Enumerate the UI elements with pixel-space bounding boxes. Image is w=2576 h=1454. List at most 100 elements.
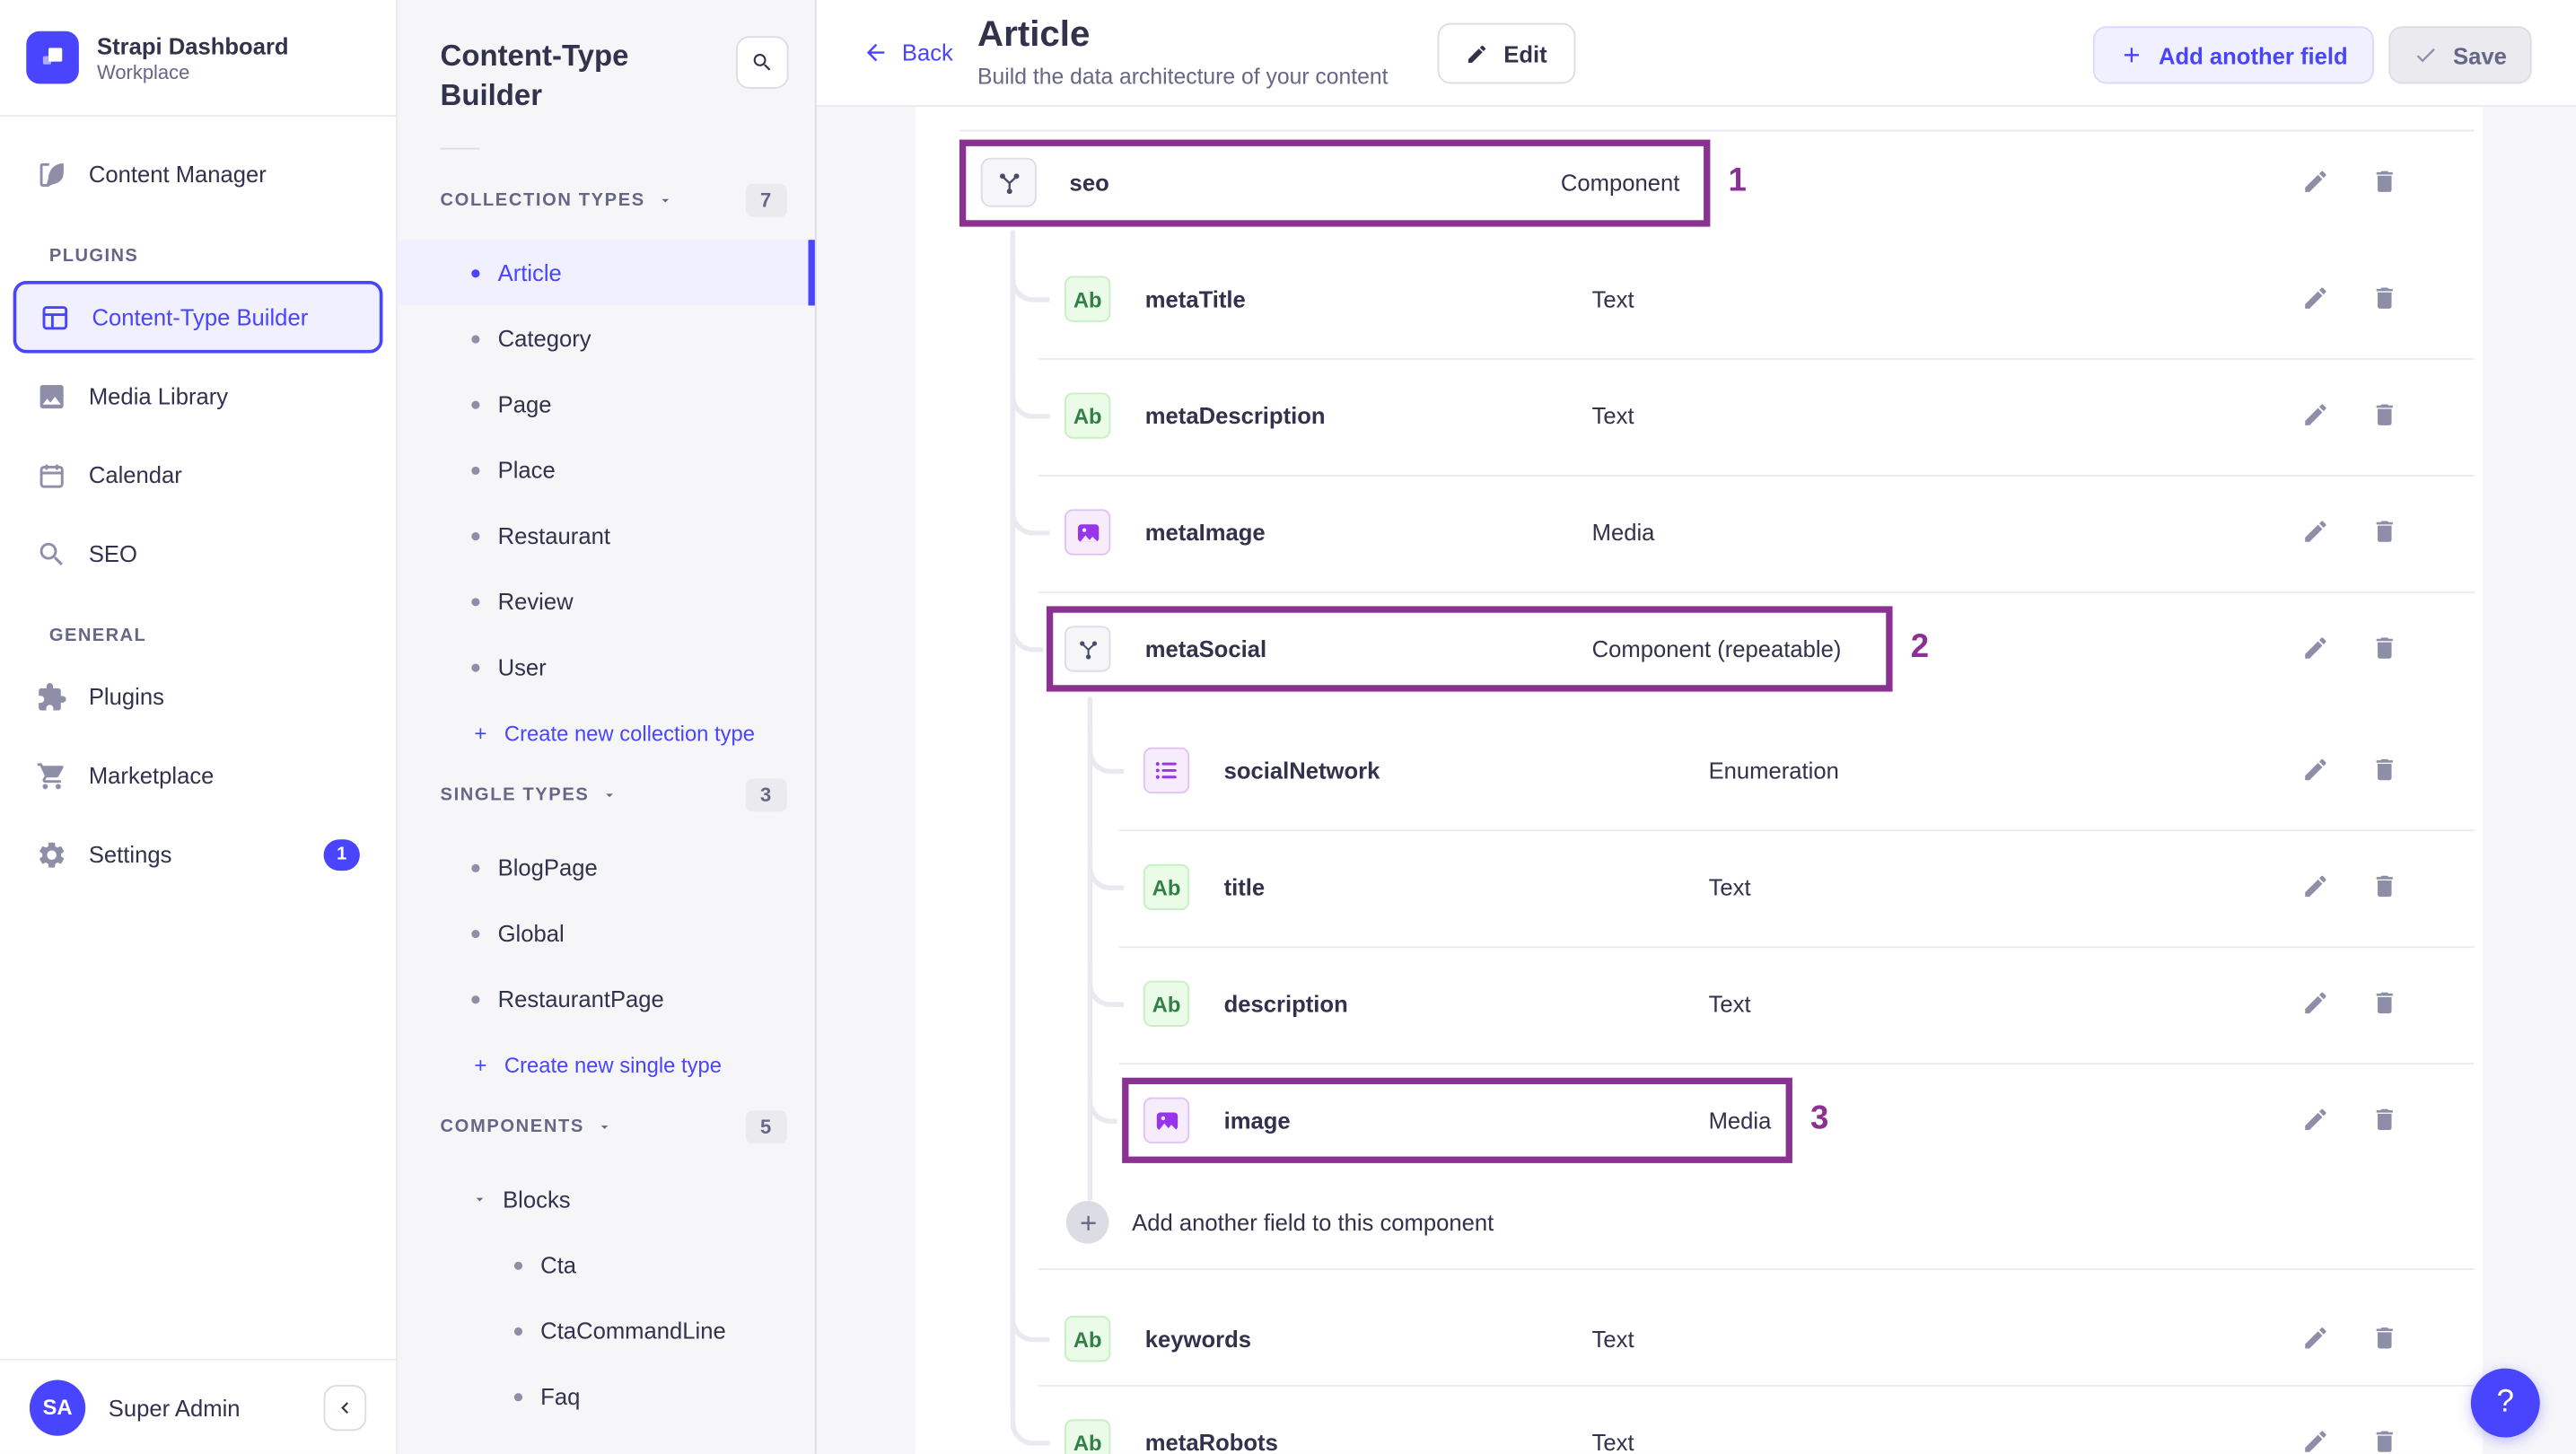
edit-label: Edit [1503,39,1547,67]
avatar: SA [29,1379,86,1435]
delete-field-button[interactable] [2370,285,2400,314]
field-name: seo [1069,169,1109,196]
delete-field-button[interactable] [2370,401,2400,431]
edit-field-button[interactable] [2301,168,2331,197]
delete-field-button[interactable] [2370,989,2400,1019]
field-row-seo: seo Component [916,143,2483,222]
page-header: Back Article Build the data architecture… [816,0,2576,107]
edit-button[interactable]: Edit [1437,22,1576,84]
add-field-to-component-row[interactable]: Add another field to this component [916,1183,2483,1262]
collection-type-category[interactable]: Category [398,305,815,371]
component-features[interactable]: Features [398,1429,815,1453]
edit-field-button[interactable] [2301,1106,2331,1135]
delete-field-button[interactable] [2370,635,2400,664]
bullet-icon [513,1260,523,1269]
edit-field-button[interactable] [2301,401,2331,431]
component-icon [1065,626,1111,672]
sidebar-item-content-manager[interactable]: Content Manager [13,138,383,211]
field-name: keywords [1144,1326,1251,1353]
search-button[interactable] [735,36,789,89]
save-label: Save [2452,41,2507,68]
sidebar-item-calendar[interactable]: Calendar [13,439,383,512]
component-cta[interactable]: Cta [398,1232,815,1298]
fields-panel: seo Component Ab metaTitle Text Ab metaD… [915,106,2483,1454]
edit-field-button[interactable] [2301,285,2331,314]
field-type: Media [1591,519,1655,546]
builder-title: Content-Type Builder [440,39,629,112]
divider [959,129,2475,132]
item-label: Features [540,1449,631,1453]
collection-types-header[interactable]: COLLECTION TYPES 7 [398,171,815,230]
edit-field-button[interactable] [2301,989,2331,1019]
edit-field-button[interactable] [2301,756,2331,785]
image-icon [36,381,67,412]
sidebar-item-seo[interactable]: SEO [13,518,383,591]
bullet-icon [471,465,480,475]
collection-type-page[interactable]: Page [398,372,815,437]
create-single-type-link[interactable]: Create new single type [398,1031,815,1097]
plus-circle-icon [1065,1200,1109,1244]
field-name: image [1223,1107,1291,1134]
create-collection-type-link[interactable]: Create new collection type [398,700,815,766]
add-another-field-button[interactable]: Add another field [2092,26,2374,84]
edit-field-button[interactable] [2301,518,2331,547]
field-name: description [1223,990,1348,1017]
delete-field-button[interactable] [2370,756,2400,785]
sidebar-item-label: Settings [88,841,172,868]
bullet-icon [471,994,480,1003]
sidebar-item-settings[interactable]: Settings 1 [13,819,383,891]
delete-field-button[interactable] [2370,518,2400,547]
components-count: 5 [745,1110,787,1143]
add-field-to-component-label: Add another field to this component [1132,1209,1494,1236]
field-name: metaImage [1144,519,1266,546]
sidebar-item-content-type-builder[interactable]: Content-Type Builder [13,280,383,354]
item-label: Cta [540,1251,577,1279]
single-type-blogpage[interactable]: BlogPage [398,835,815,900]
edit-field-button[interactable] [2301,635,2331,664]
collection-type-restaurant[interactable]: Restaurant [398,503,815,568]
sidebar-item-label: Marketplace [88,762,215,789]
sidebar-item-plugins[interactable]: Plugins [13,661,383,733]
single-type-restaurantpage[interactable]: RestaurantPage [398,966,815,1031]
delete-field-button[interactable] [2370,1106,2400,1135]
sidebar-footer: SA Super Admin [0,1358,397,1454]
field-row-image: image Media [916,1081,2483,1160]
collapse-sidebar-button[interactable] [323,1384,367,1431]
chevron-down-icon [657,192,673,208]
components-header[interactable]: COMPONENTS 5 [398,1098,815,1157]
field-row-metarobots: Ab metaRobots Text [916,1403,2483,1454]
field-type: Text [1591,1326,1634,1353]
edit-field-button[interactable] [2301,1324,2331,1353]
collection-type-place[interactable]: Place [398,437,815,503]
save-button[interactable]: Save [2388,26,2532,84]
single-type-global[interactable]: Global [398,900,815,966]
highlight-number-2: 2 [1910,629,1930,666]
component-faq[interactable]: Faq [398,1363,815,1429]
delete-field-button[interactable] [2370,872,2400,902]
help-button[interactable]: ? [2470,1368,2540,1438]
sidebar-item-media-library[interactable]: Media Library [13,360,383,433]
collection-type-user[interactable]: User [398,635,815,700]
page-title: Article [977,13,1091,55]
field-row-metatitle: Ab metaTitle Text [916,259,2483,338]
single-types-count: 3 [745,778,787,812]
divider [1118,829,2475,832]
delete-field-button[interactable] [2370,1324,2400,1353]
delete-field-button[interactable] [2370,1428,2400,1454]
feather-pen-icon [36,159,67,190]
strapi-logo-icon [26,31,79,84]
component-ctacommandline[interactable]: CtaCommandLine [398,1298,815,1363]
item-label: Article [497,259,562,286]
collection-type-review[interactable]: Review [398,568,815,634]
brand-title: Strapi Dashboard [96,31,289,58]
field-name: socialNetwork [1223,757,1380,784]
edit-field-button[interactable] [2301,872,2331,902]
component-group-blocks[interactable]: Blocks [398,1167,815,1232]
delete-field-button[interactable] [2370,168,2400,197]
sidebar-item-marketplace[interactable]: Marketplace [13,740,383,812]
single-types-header[interactable]: SINGLE TYPES 3 [398,766,815,825]
plus-icon [2119,43,2143,67]
edit-field-button[interactable] [2301,1428,2331,1454]
back-link[interactable]: Back [863,39,953,66]
collection-type-article[interactable]: Article [397,240,815,306]
